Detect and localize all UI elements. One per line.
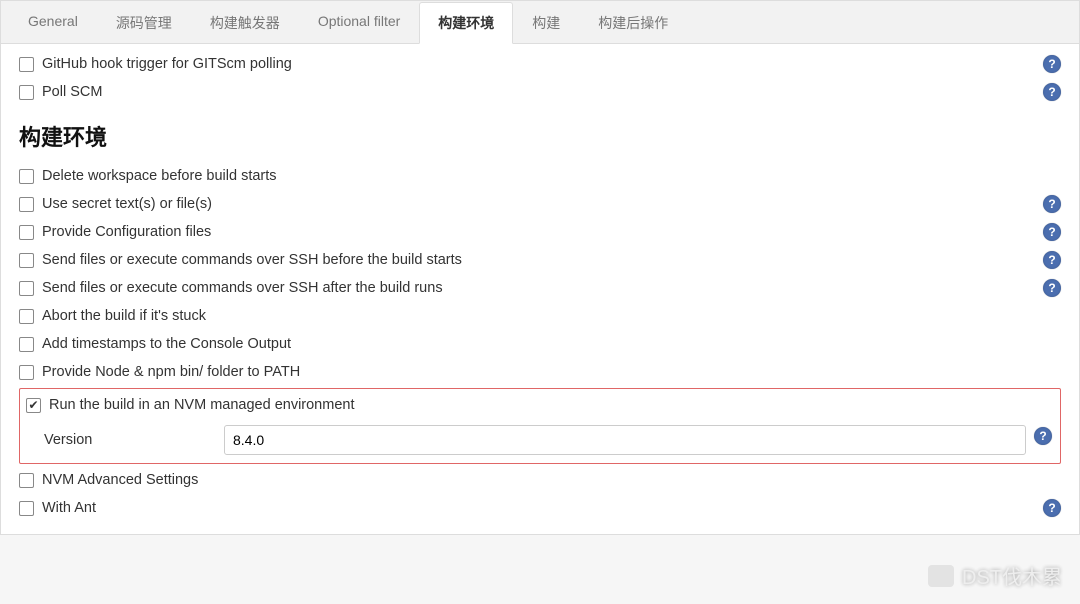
help-icon[interactable]: ? [1034,427,1052,445]
option-nvm-advanced: NVM Advanced Settings [19,466,1061,494]
input-version[interactable] [224,425,1026,455]
label-ssh-before: Send files or execute commands over SSH … [42,252,462,268]
watermark: DST伐木累 [928,561,1062,590]
label-nvm-advanced: NVM Advanced Settings [42,472,198,488]
label-poll-scm: Poll SCM [42,84,102,100]
option-node-npm: Provide Node & npm bin/ folder to PATH [19,358,1061,386]
help-icon[interactable]: ? [1043,499,1061,517]
tabs-bar: General 源码管理 构建触发器 Optional filter 构建环境 … [1,1,1079,44]
label-with-ant: With Ant [42,500,96,516]
help-icon[interactable]: ? [1043,223,1061,241]
help-icon[interactable]: ? [1043,55,1061,73]
checkbox-github-hook[interactable] [19,57,34,72]
tab-optional-filter[interactable]: Optional filter [299,2,419,44]
option-delete-workspace: Delete workspace before build starts [19,162,1061,190]
label-secret-text: Use secret text(s) or file(s) [42,196,212,212]
checkbox-config-files[interactable] [19,225,34,240]
label-delete-workspace: Delete workspace before build starts [42,168,277,184]
label-abort-stuck: Abort the build if it's stuck [42,308,206,324]
tab-triggers[interactable]: 构建触发器 [191,2,299,44]
label-version: Version [44,432,224,448]
tab-general[interactable]: General [9,2,97,44]
content-area: GitHub hook trigger for GITScm polling ?… [1,44,1079,534]
label-ssh-after: Send files or execute commands over SSH … [42,280,443,296]
checkbox-nvm-advanced[interactable] [19,473,34,488]
option-config-files: Provide Configuration files ? [19,218,1061,246]
watermark-text: DST伐木累 [962,561,1062,590]
option-nvm: Run the build in an NVM managed environm… [26,393,1054,417]
checkbox-node-npm[interactable] [19,365,34,380]
tab-build[interactable]: 构建 [513,2,579,44]
checkbox-poll-scm[interactable] [19,85,34,100]
tab-source[interactable]: 源码管理 [97,2,191,44]
help-icon[interactable]: ? [1043,279,1061,297]
section-title-build-env: 构建环境 [19,106,1061,162]
checkbox-with-ant[interactable] [19,501,34,516]
checkbox-ssh-after[interactable] [19,281,34,296]
help-icon[interactable]: ? [1043,83,1061,101]
help-icon[interactable]: ? [1043,251,1061,269]
checkbox-delete-workspace[interactable] [19,169,34,184]
label-github-hook: GitHub hook trigger for GITScm polling [42,56,292,72]
label-nvm: Run the build in an NVM managed environm… [49,397,354,413]
chat-icon [928,565,954,587]
checkbox-timestamps[interactable] [19,337,34,352]
checkbox-abort-stuck[interactable] [19,309,34,324]
checkbox-ssh-before[interactable] [19,253,34,268]
nvm-version-row: Version ? [26,417,1054,455]
checkbox-secret-text[interactable] [19,197,34,212]
label-node-npm: Provide Node & npm bin/ folder to PATH [42,364,300,380]
tab-build-env[interactable]: 构建环境 [419,2,513,44]
option-poll-scm: Poll SCM ? [19,78,1061,106]
option-abort-stuck: Abort the build if it's stuck [19,302,1061,330]
option-ssh-before: Send files or execute commands over SSH … [19,246,1061,274]
checkbox-nvm[interactable] [26,398,41,413]
label-config-files: Provide Configuration files [42,224,211,240]
option-github-hook: GitHub hook trigger for GITScm polling ? [19,50,1061,78]
nvm-highlight-box: Run the build in an NVM managed environm… [19,388,1061,464]
option-with-ant: With Ant ? [19,494,1061,522]
option-ssh-after: Send files or execute commands over SSH … [19,274,1061,302]
option-timestamps: Add timestamps to the Console Output [19,330,1061,358]
option-secret-text: Use secret text(s) or file(s) ? [19,190,1061,218]
help-icon[interactable]: ? [1043,195,1061,213]
tab-post-build[interactable]: 构建后操作 [579,2,687,44]
label-timestamps: Add timestamps to the Console Output [42,336,291,352]
